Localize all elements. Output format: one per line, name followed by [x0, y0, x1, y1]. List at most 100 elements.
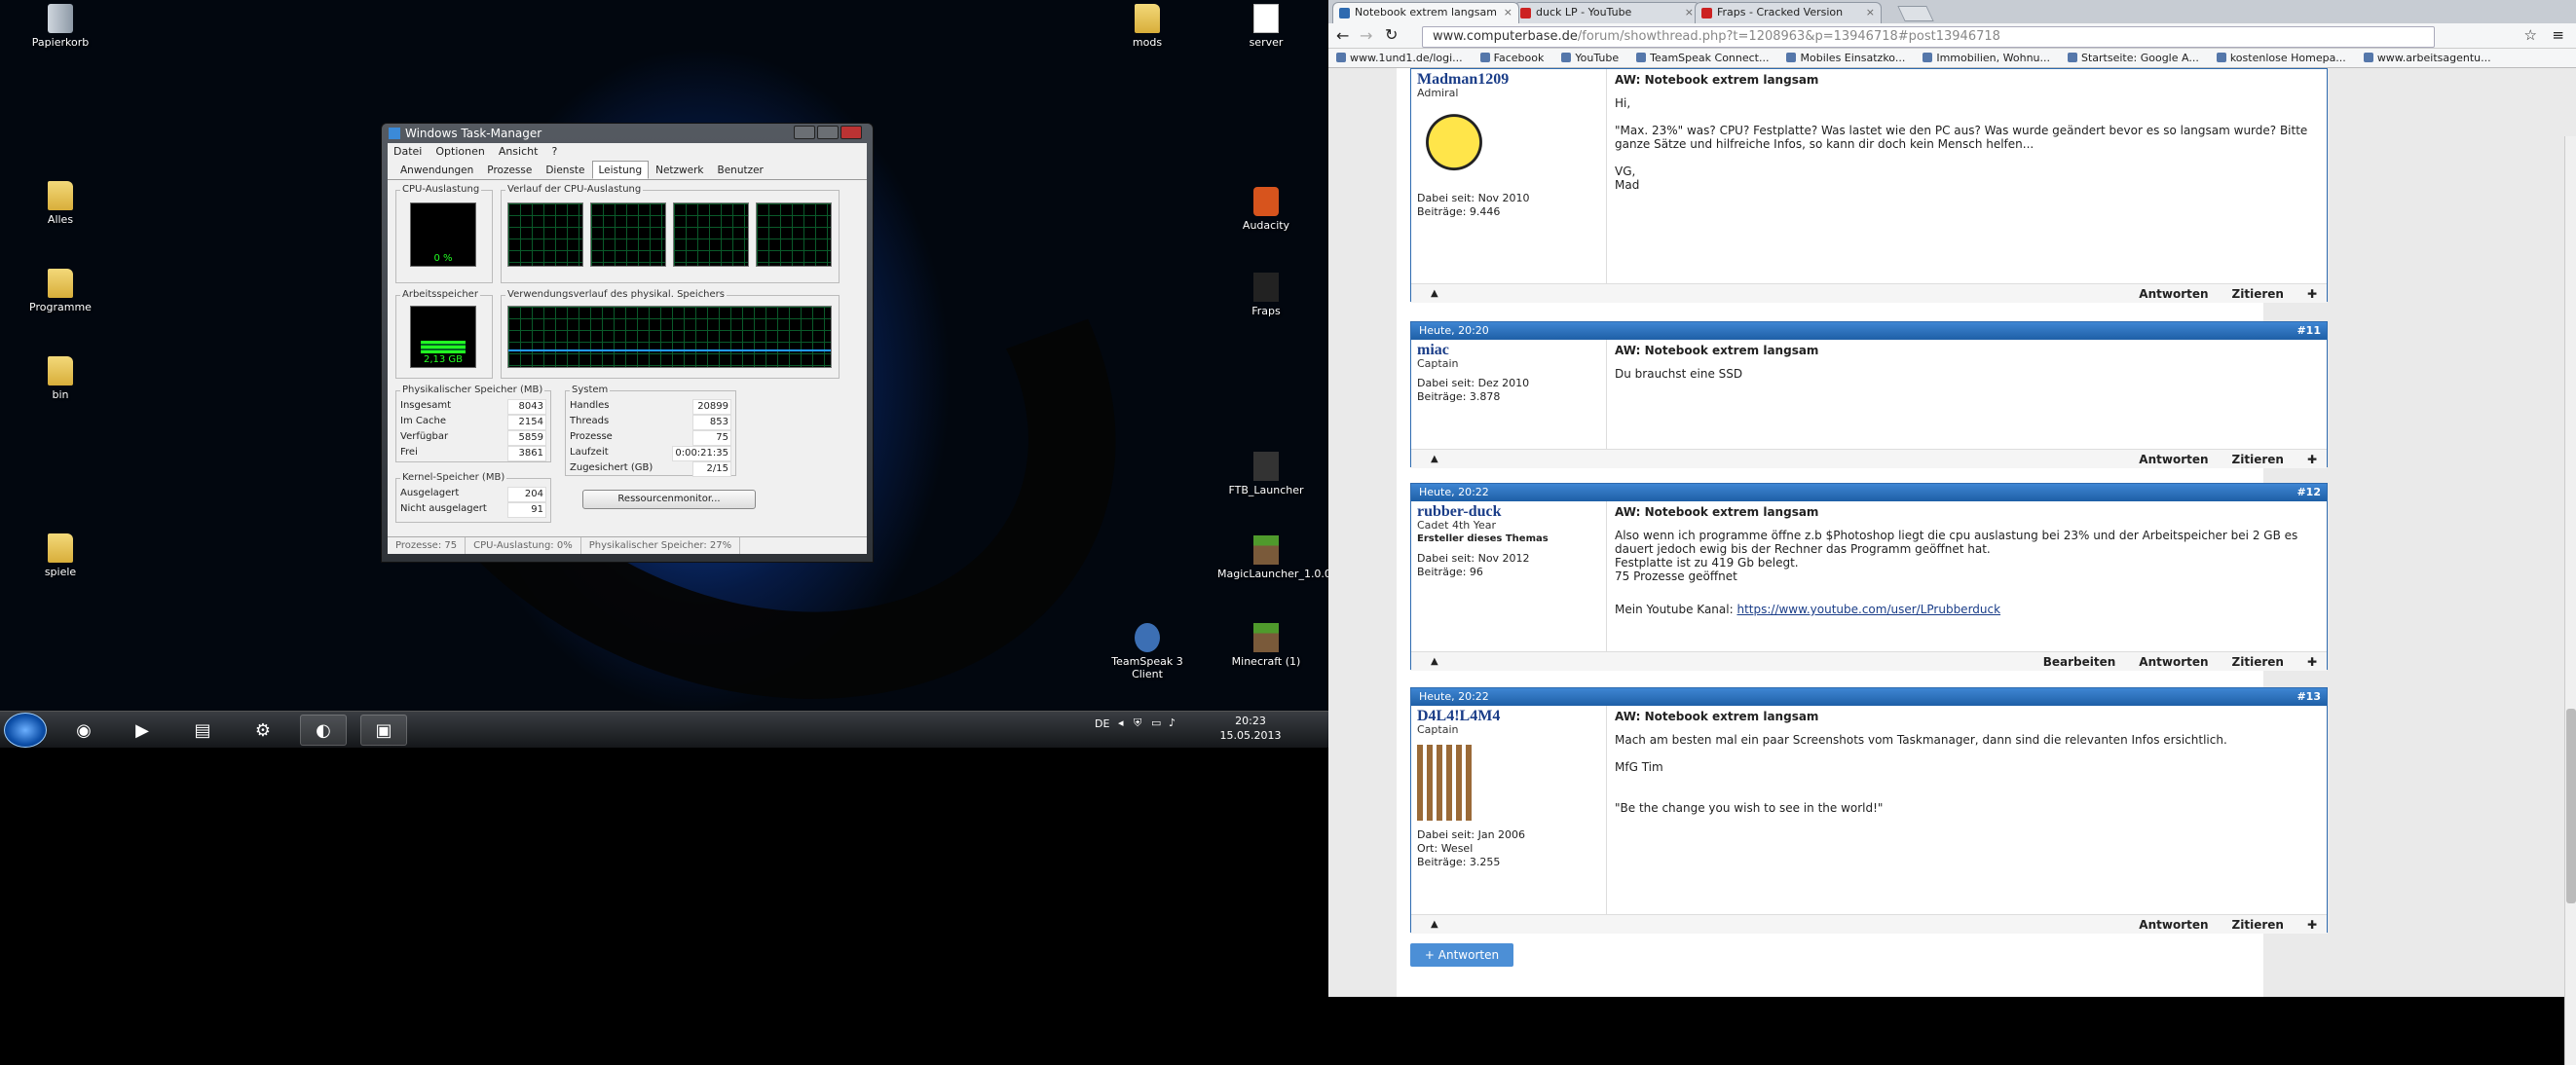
desktop-icon[interactable]: MagicLauncher_1.0.0	[1217, 535, 1331, 580]
username-link[interactable]: miac	[1417, 343, 1600, 358]
network-icon[interactable]: ▭	[1151, 716, 1161, 729]
language-indicator[interactable]: DE	[1095, 717, 1109, 730]
browser-tab[interactable]: duck LP - YouTube ×	[1513, 2, 1700, 23]
scrollbar[interactable]	[2564, 136, 2576, 1065]
username-link[interactable]: rubber-duck	[1417, 504, 1600, 520]
tab-dienste[interactable]: Dienste	[539, 161, 591, 179]
desktop-icon[interactable]: Audacity	[1217, 187, 1315, 232]
task-manager-titlebar[interactable]: Windows Task-Manager	[388, 124, 867, 143]
bookmark-item[interactable]: Immobilien, Wohnu...	[1923, 49, 2050, 67]
tab-label: Notebook extrem langsam	[1355, 6, 1497, 18]
post-number[interactable]: #12	[2296, 484, 2321, 501]
tab-leistung[interactable]: Leistung	[591, 161, 650, 179]
browser-tab[interactable]: Fraps - Cracked Version ×	[1695, 2, 1882, 23]
bookmark-item[interactable]: TeamSpeak Connect...	[1636, 49, 1769, 67]
report-icon[interactable]: ▲	[1431, 284, 1438, 304]
menu-icon[interactable]: ≡	[2552, 26, 2564, 44]
bookmark-item[interactable]: Facebook	[1480, 49, 1545, 67]
tray-arrow-icon[interactable]: ◂	[1118, 716, 1124, 729]
desktop-icon[interactable]: TeamSpeak 3 Client	[1099, 623, 1196, 680]
report-icon[interactable]: ▲	[1431, 915, 1438, 935]
maximize-button[interactable]	[817, 126, 839, 139]
explorer-icon[interactable]: ▤	[179, 715, 226, 746]
reload-icon[interactable]: ↻	[1385, 25, 1398, 44]
task-manager-window[interactable]: Windows Task-Manager Datei Optionen Ansich…	[381, 123, 874, 563]
status-item: Physikalischer Speicher: 27%	[581, 537, 741, 554]
user-avatar[interactable]	[1417, 108, 1491, 184]
reply-post-button[interactable]: Antworten	[2139, 450, 2208, 469]
desktop-icon[interactable]: Minecraft (1)	[1217, 623, 1315, 668]
bookmark-item[interactable]: Mobiles Einsatzko...	[1786, 49, 1905, 67]
tab-anwendungen[interactable]: Anwendungen	[393, 161, 480, 179]
address-bar[interactable]: www.computerbase.de/forum/showthread.php…	[1422, 26, 2435, 48]
post-number[interactable]: #11	[2296, 322, 2321, 340]
stat-label: Frei	[400, 447, 418, 458]
tab-close-icon[interactable]: ×	[1685, 3, 1694, 22]
tab-netzwerk[interactable]: Netzwerk	[649, 161, 710, 179]
multiquote-icon[interactable]: ✚	[2307, 652, 2317, 672]
volume-icon[interactable]: ♪	[1169, 716, 1176, 729]
browser-tab[interactable]: Notebook extrem langsam ×	[1332, 2, 1519, 23]
bookmark-star-icon[interactable]: ☆	[2524, 26, 2537, 44]
reply-post-button[interactable]: Antworten	[2139, 915, 2208, 935]
close-button[interactable]	[840, 126, 862, 139]
quote-button[interactable]: Zitieren	[2232, 450, 2284, 469]
resource-monitor-button[interactable]: Ressourcenmonitor...	[582, 490, 756, 509]
minimize-button[interactable]	[794, 126, 815, 139]
tab-prozesse[interactable]: Prozesse	[480, 161, 539, 179]
scrollbar-thumb[interactable]	[2566, 709, 2576, 903]
back-icon[interactable]: ←	[1336, 26, 1349, 45]
report-icon[interactable]: ▲	[1431, 652, 1438, 672]
desktop-icon[interactable]: spiele	[12, 533, 109, 578]
username-link[interactable]: Madman1209	[1417, 72, 1600, 88]
media-player-icon[interactable]: ▶	[119, 715, 166, 746]
task-manager-taskbar-icon[interactable]: ▣	[360, 715, 407, 746]
clock-time[interactable]: 20:23	[1221, 715, 1280, 727]
desktop-icon[interactable]: mods	[1099, 4, 1196, 49]
menu-item[interactable]: Ansicht	[499, 143, 539, 161]
tray-shield-icon[interactable]: ⛨	[1134, 716, 1141, 730]
new-tab-button[interactable]	[1897, 6, 1934, 21]
multiquote-icon[interactable]: ✚	[2307, 915, 2317, 935]
forward-icon[interactable]: →	[1360, 26, 1372, 45]
menu-item[interactable]: ?	[551, 143, 557, 161]
bookmark-item[interactable]: www.1und1.de/logi...	[1336, 49, 1463, 67]
edit-button[interactable]: Bearbeiten	[2043, 652, 2116, 672]
desktop-icon[interactable]: FTB_Launcher	[1217, 452, 1315, 496]
user-avatar[interactable]	[1417, 745, 1472, 821]
start-button[interactable]	[4, 713, 47, 748]
report-icon[interactable]: ▲	[1431, 450, 1438, 469]
chrome-icon[interactable]: ◉	[60, 715, 107, 746]
desktop-icon[interactable]: Programme	[12, 269, 109, 313]
bookmark-item[interactable]: kostenlose Homepa...	[2217, 49, 2346, 67]
youtube-channel-link[interactable]: https://www.youtube.com/user/LPrubberduc…	[1736, 603, 2000, 616]
quote-button[interactable]: Zitieren	[2232, 915, 2284, 935]
multiquote-icon[interactable]: ✚	[2307, 450, 2317, 469]
reply-button[interactable]: + Antworten	[1410, 943, 1513, 967]
tab-close-icon[interactable]: ×	[1866, 3, 1875, 22]
bookmark-item[interactable]: YouTube	[1561, 49, 1619, 67]
reply-post-button[interactable]: Antworten	[2139, 652, 2208, 672]
post-number[interactable]: #13	[2296, 688, 2321, 706]
tab-close-icon[interactable]: ×	[1504, 3, 1512, 22]
tab-benutzer[interactable]: Benutzer	[711, 161, 770, 179]
desktop-icon[interactable]: server	[1217, 4, 1315, 49]
ftb-icon	[1253, 452, 1279, 481]
menu-item[interactable]: Datei	[393, 143, 422, 161]
quote-button[interactable]: Zitieren	[2232, 652, 2284, 672]
username-link[interactable]: D4L4!L4M4	[1417, 709, 1600, 724]
clock-date[interactable]: 15.05.2013	[1216, 729, 1285, 742]
menu-item[interactable]: Optionen	[435, 143, 484, 161]
ccleaner-icon[interactable]: ◐	[300, 715, 347, 746]
gears-icon[interactable]: ⚙	[240, 715, 286, 746]
bookmark-item[interactable]: www.arbeitsagentu...	[2364, 49, 2491, 67]
reply-post-button[interactable]: Antworten	[2139, 284, 2208, 304]
bookmark-item[interactable]: Startseite: Google A...	[2068, 49, 2199, 67]
desktop-icon[interactable]: Alles	[12, 181, 109, 226]
desktop-icon[interactable]: Fraps	[1217, 273, 1315, 317]
multiquote-icon[interactable]: ✚	[2307, 284, 2317, 304]
desktop-icon[interactable]: bin	[12, 356, 109, 401]
stat-label: Threads	[570, 416, 610, 426]
quote-button[interactable]: Zitieren	[2232, 284, 2284, 304]
desktop-icon[interactable]: Papierkorb	[12, 4, 109, 49]
